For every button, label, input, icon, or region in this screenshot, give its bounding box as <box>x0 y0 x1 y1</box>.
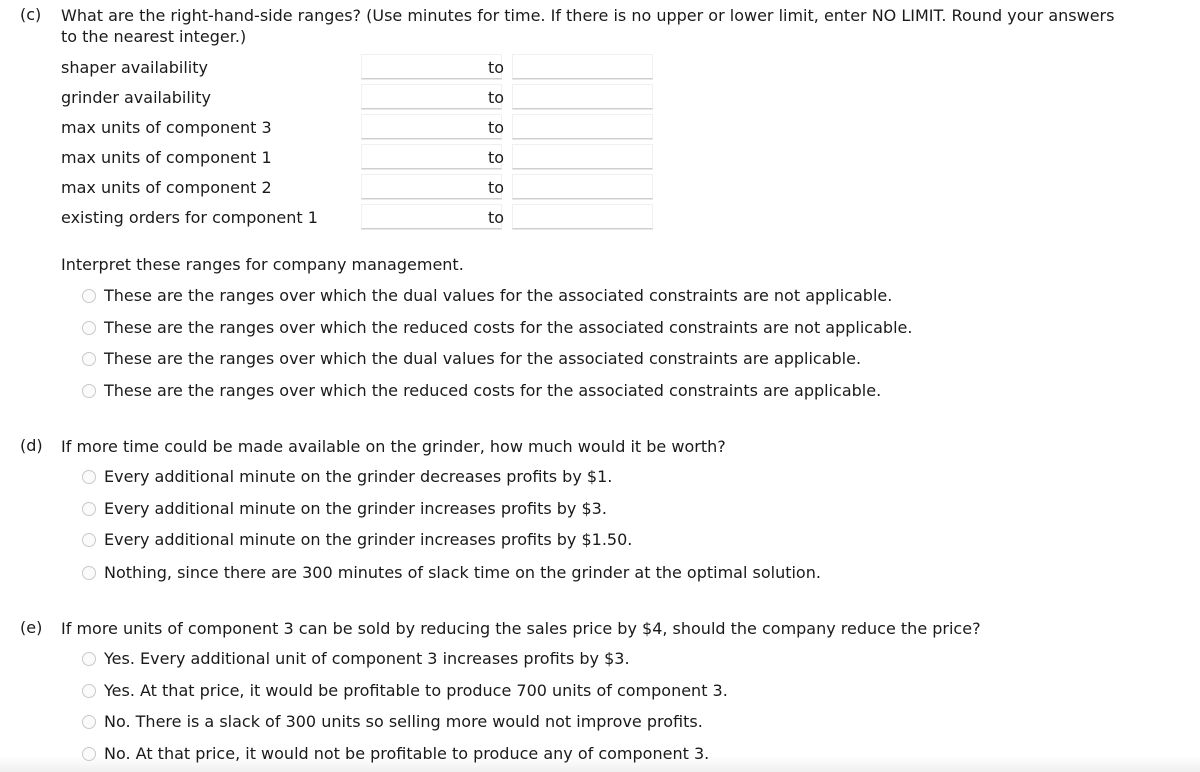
to-label: to <box>488 88 505 107</box>
part-c-question: What are the right-hand-side ranges? (Us… <box>61 5 1191 47</box>
upper-limit-input[interactable] <box>512 84 653 109</box>
lower-limit-input[interactable] <box>361 204 502 229</box>
lower-limit-input[interactable] <box>361 174 502 199</box>
radio-option[interactable]: Yes. At that price, it would be profitab… <box>82 681 728 700</box>
radio-option-label: Every additional minute on the grinder i… <box>104 499 607 518</box>
radio-option-label: No. There is a slack of 300 units so sel… <box>104 712 703 731</box>
radio-button[interactable] <box>82 714 96 729</box>
radio-option-label: These are the ranges over which the redu… <box>104 381 882 400</box>
radio-button[interactable] <box>82 532 96 547</box>
to-label: to <box>488 148 505 167</box>
radio-option[interactable]: These are the ranges over which the dual… <box>82 349 861 368</box>
upper-limit-input[interactable] <box>512 204 653 229</box>
radio-button[interactable] <box>82 746 96 761</box>
radio-button[interactable] <box>82 320 96 335</box>
radio-option-label: These are the ranges over which the dual… <box>104 349 862 368</box>
radio-option[interactable]: Nothing, since there are 300 minutes of … <box>82 563 821 582</box>
radio-option[interactable]: Every additional minute on the grinder i… <box>82 530 632 549</box>
range-label: max units of component 3 <box>61 118 272 137</box>
range-label: max units of component 2 <box>61 178 272 197</box>
radio-option[interactable]: No. At that price, it would not be profi… <box>82 744 709 763</box>
radio-option[interactable]: Yes. Every additional unit of component … <box>82 649 630 668</box>
range-label: grinder availability <box>61 88 211 107</box>
part-e-question: If more units of component 3 can be sold… <box>61 619 981 638</box>
radio-option-label: Yes. At that price, it would be profitab… <box>104 681 728 700</box>
radio-button[interactable] <box>82 288 96 303</box>
to-label: to <box>488 118 505 137</box>
upper-limit-input[interactable] <box>512 174 653 199</box>
part-c-question-line1: What are the right-hand-side ranges? (Us… <box>61 6 1115 25</box>
radio-option[interactable]: These are the ranges over which the redu… <box>82 318 912 337</box>
radio-option[interactable]: Every additional minute on the grinder i… <box>82 499 607 518</box>
part-e-letter: (e) <box>20 618 43 637</box>
radio-button[interactable] <box>82 565 96 580</box>
lower-limit-input[interactable] <box>361 114 502 139</box>
upper-limit-input[interactable] <box>512 54 653 79</box>
radio-option-label: Yes. Every additional unit of component … <box>104 649 630 668</box>
part-c-question-line2: to the nearest integer.) <box>61 27 247 46</box>
radio-option-label: Every additional minute on the grinder d… <box>104 467 613 486</box>
lower-limit-input[interactable] <box>361 144 502 169</box>
radio-button[interactable] <box>82 469 96 484</box>
radio-button[interactable] <box>82 683 96 698</box>
part-c-letter: (c) <box>20 5 42 24</box>
part-d-letter: (d) <box>20 436 43 455</box>
radio-option-label: Every additional minute on the grinder i… <box>104 530 633 549</box>
range-label: max units of component 1 <box>61 148 272 167</box>
radio-button[interactable] <box>82 383 96 398</box>
to-label: to <box>488 178 505 197</box>
radio-option-label: No. At that price, it would not be profi… <box>104 744 710 763</box>
to-label: to <box>488 58 505 77</box>
radio-button[interactable] <box>82 651 96 666</box>
upper-limit-input[interactable] <box>512 144 653 169</box>
radio-option[interactable]: Every additional minute on the grinder d… <box>82 467 612 486</box>
lower-limit-input[interactable] <box>361 54 502 79</box>
radio-button[interactable] <box>82 501 96 516</box>
radio-button[interactable] <box>82 351 96 366</box>
range-label: existing orders for component 1 <box>61 208 318 227</box>
radio-option-label: These are the ranges over which the dual… <box>104 286 893 305</box>
radio-option[interactable]: These are the ranges over which the redu… <box>82 381 881 400</box>
lower-limit-input[interactable] <box>361 84 502 109</box>
to-label: to <box>488 208 505 227</box>
radio-option-label: Nothing, since there are 300 minutes of … <box>104 563 821 582</box>
upper-limit-input[interactable] <box>512 114 653 139</box>
radio-option-label: These are the ranges over which the redu… <box>104 318 913 337</box>
radio-option[interactable]: No. There is a slack of 300 units so sel… <box>82 712 703 731</box>
part-d-question: If more time could be made available on … <box>61 437 726 456</box>
radio-option[interactable]: These are the ranges over which the dual… <box>82 286 892 305</box>
range-label: shaper availability <box>61 58 208 77</box>
interpret-prompt: Interpret these ranges for company manag… <box>61 255 464 274</box>
